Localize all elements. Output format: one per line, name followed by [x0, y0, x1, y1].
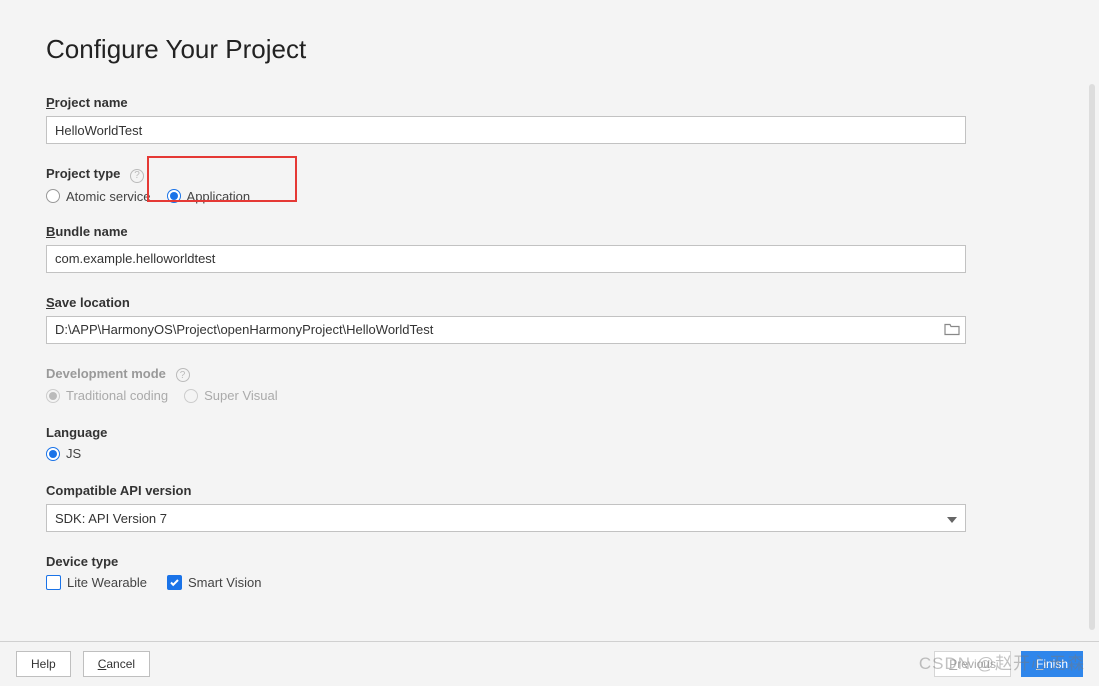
field-save-location: Save location [46, 295, 1016, 344]
cancel-button[interactable]: Cancel [83, 651, 150, 677]
api-version-dropdown[interactable]: SDK: API Version 7 [46, 504, 966, 532]
save-location-input[interactable] [46, 316, 966, 344]
save-location-label: Save location [46, 295, 1016, 310]
footer-bar: Help Cancel Previous Finish [0, 641, 1099, 686]
device-type-label: Device type [46, 554, 1016, 569]
radio-traditional-coding: Traditional coding [46, 388, 168, 403]
dev-mode-label: Development mode ? [46, 366, 1016, 383]
bundle-name-input[interactable] [46, 245, 966, 273]
help-button[interactable]: Help [16, 651, 71, 677]
page-title: Configure Your Project [46, 34, 1016, 65]
project-name-input[interactable] [46, 116, 966, 144]
annotation-highlight [147, 156, 297, 202]
scrollbar-thumb[interactable] [1089, 84, 1095, 630]
field-bundle-name: Bundle name [46, 224, 1016, 273]
previous-button: Previous [934, 651, 1011, 677]
form-content: Configure Your Project Project name Proj… [46, 34, 1016, 612]
checkbox-lite-wearable[interactable]: Lite Wearable [46, 575, 147, 590]
language-label: Language [46, 425, 1016, 440]
checkbox-smart-vision[interactable]: Smart Vision [167, 575, 261, 590]
field-project-name: Project name [46, 95, 1016, 144]
chevron-down-icon [947, 511, 957, 526]
dialog-root: Configure Your Project Project name Proj… [0, 0, 1099, 686]
project-name-label: Project name [46, 95, 1016, 110]
help-icon[interactable]: ? [176, 368, 190, 382]
api-version-label: Compatible API version [46, 483, 1016, 498]
field-device-type: Device type Lite Wearable Smart Vision [46, 554, 1016, 590]
api-version-value: SDK: API Version 7 [55, 511, 167, 526]
radio-atomic-service[interactable]: Atomic service [46, 189, 151, 204]
radio-js[interactable]: JS [46, 446, 81, 461]
radio-super-visual: Super Visual [184, 388, 277, 403]
folder-icon[interactable] [944, 321, 960, 338]
scrollbar-track[interactable] [1089, 84, 1095, 632]
field-language: Language JS [46, 425, 1016, 461]
finish-button[interactable]: Finish [1021, 651, 1083, 677]
help-icon[interactable]: ? [130, 169, 144, 183]
bundle-name-label: Bundle name [46, 224, 1016, 239]
field-api-version: Compatible API version SDK: API Version … [46, 483, 1016, 532]
field-dev-mode: Development mode ? Traditional coding Su… [46, 366, 1016, 404]
